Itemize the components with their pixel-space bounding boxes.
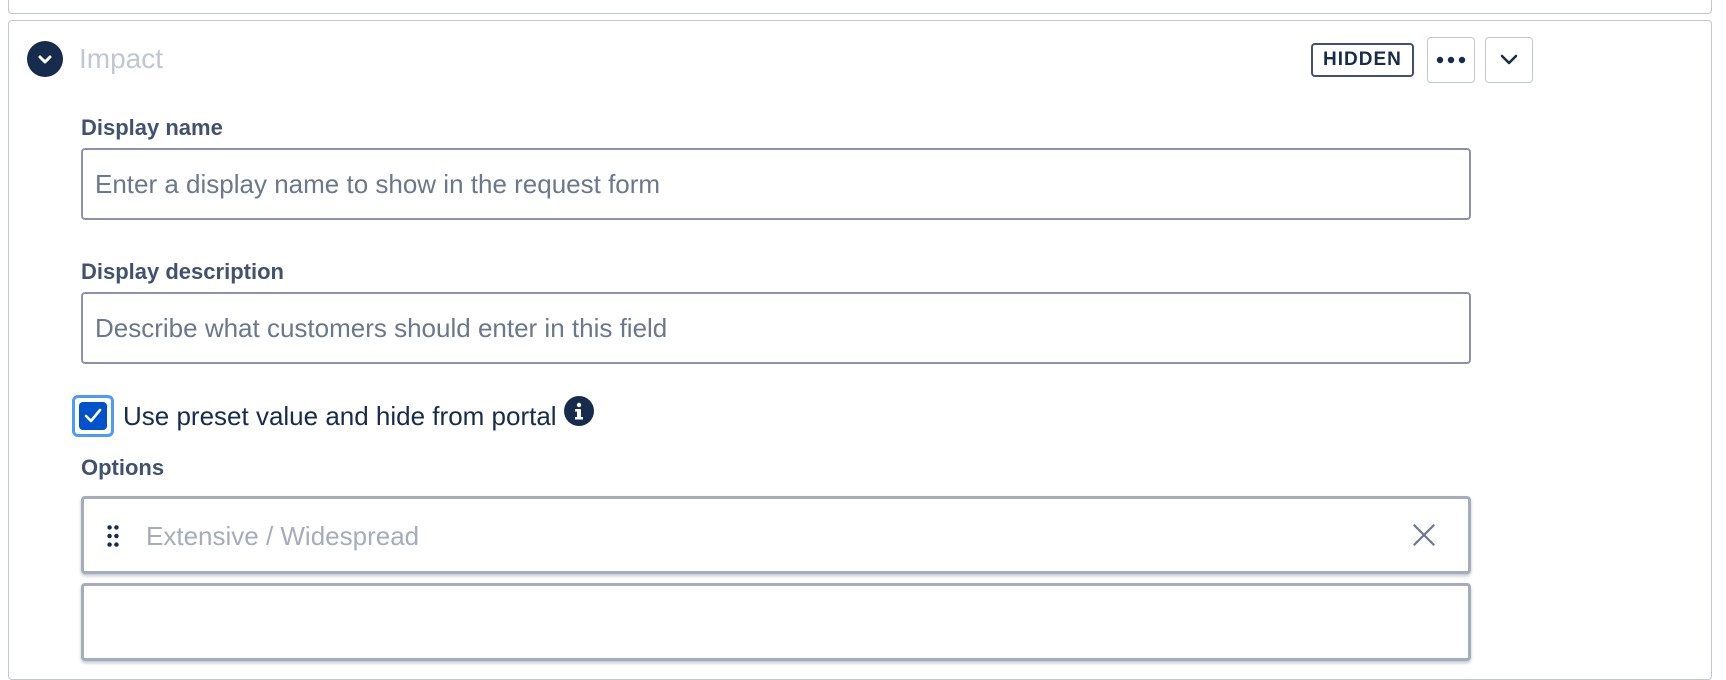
previous-field-card [8, 0, 1712, 14]
option-input[interactable] [146, 595, 1346, 651]
collapse-toggle-button[interactable] [27, 41, 63, 77]
hidden-status-badge: HIDDEN [1311, 43, 1414, 77]
info-icon[interactable] [564, 396, 594, 426]
chevron-down-icon [1500, 54, 1518, 65]
option-row [81, 583, 1471, 661]
display-description-input[interactable] [81, 292, 1471, 364]
chevron-down-icon [38, 55, 52, 64]
option-row [81, 496, 1471, 574]
field-card-impact: Impact HIDDEN Display name Display descr… [8, 20, 1712, 680]
close-icon[interactable] [1410, 521, 1438, 549]
more-options-button[interactable] [1427, 37, 1475, 83]
expand-field-button[interactable] [1485, 37, 1533, 83]
display-description-label: Display description [81, 259, 284, 284]
display-name-label: Display name [81, 115, 223, 140]
info-glyph [575, 402, 583, 420]
check-icon [84, 408, 102, 423]
options-label: Options [81, 455, 165, 480]
display-name-input[interactable] [81, 148, 1471, 220]
checkbox-checked-state [79, 402, 107, 430]
more-icon [1436, 56, 1466, 64]
field-title: Impact [79, 43, 164, 74]
preset-value-checkbox[interactable] [72, 395, 114, 437]
preset-value-label: Use preset value and hide from portal [123, 401, 557, 431]
option-input[interactable] [146, 508, 1346, 564]
drag-handle-icon[interactable] [106, 524, 120, 548]
